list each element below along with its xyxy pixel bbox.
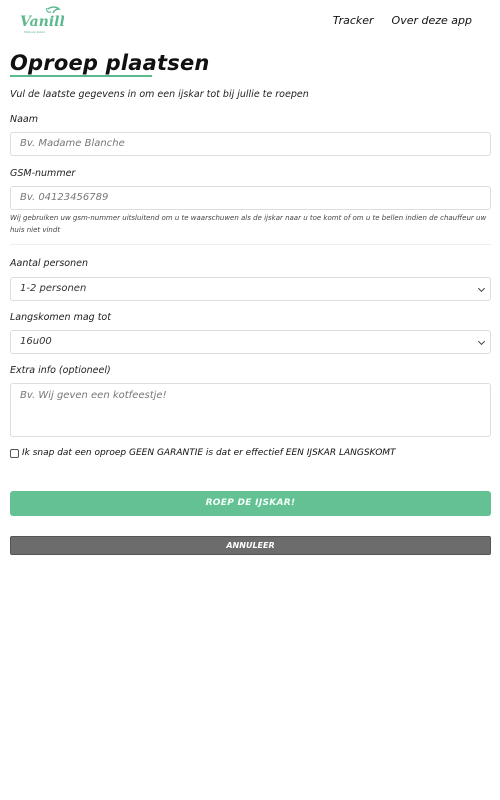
- intro-text: Vul de laatste gegevens in om een ijskar…: [10, 89, 309, 100]
- persons-label: Aantal personen: [10, 258, 88, 269]
- consent-label[interactable]: Ik snap dat een oproep GEEN GARANTIE is …: [22, 448, 396, 458]
- consent-checkbox[interactable]: [10, 448, 19, 458]
- cancel-button[interactable]: ANNULEER: [10, 536, 491, 555]
- until-select[interactable]: 16u00: [10, 330, 491, 354]
- phone-help-text: Wij gebruiken uw gsm-nummer uitsluitend …: [10, 214, 487, 234]
- persons-select-value: 1-2 personen: [20, 283, 87, 294]
- divider: [10, 244, 491, 245]
- phone-input[interactable]: Bv. 04123456789: [10, 186, 491, 210]
- page-title: Oproep plaatsen: [10, 51, 210, 75]
- logo-text: Vanilla: [20, 14, 64, 30]
- vanilla-logo-icon: Vanilla Mobiele IJsbar: [20, 6, 64, 34]
- vanilla-logo[interactable]: Vanilla Mobiele IJsbar: [18, 5, 64, 35]
- header: Vanilla Mobiele IJsbar Tracker Over deze…: [0, 0, 500, 42]
- until-label: Langskomen mag tot: [10, 312, 111, 323]
- consent-row: Ik snap dat een oproep GEEN GARANTIE is …: [10, 448, 396, 458]
- title-underline: [10, 75, 152, 77]
- name-label: Naam: [10, 114, 39, 125]
- name-input[interactable]: Bv. Madame Blanche: [10, 132, 491, 156]
- extra-info-textarea[interactable]: Bv. Wij geven een kotfeestje!: [10, 383, 491, 437]
- top-nav: Tracker Over deze app: [333, 14, 472, 27]
- submit-button[interactable]: ROEP DE IJSKAR!: [10, 491, 491, 516]
- until-select-value: 16u00: [20, 336, 52, 347]
- extra-info-label: Extra info (optioneel): [10, 365, 111, 376]
- persons-select[interactable]: 1-2 personen: [10, 277, 491, 301]
- phone-label: GSM-nummer: [10, 168, 76, 179]
- nav-link-tracker[interactable]: Tracker: [333, 14, 374, 27]
- nav-link-about[interactable]: Over deze app: [392, 14, 472, 27]
- logo-subtext: Mobiele IJsbar: [24, 30, 46, 34]
